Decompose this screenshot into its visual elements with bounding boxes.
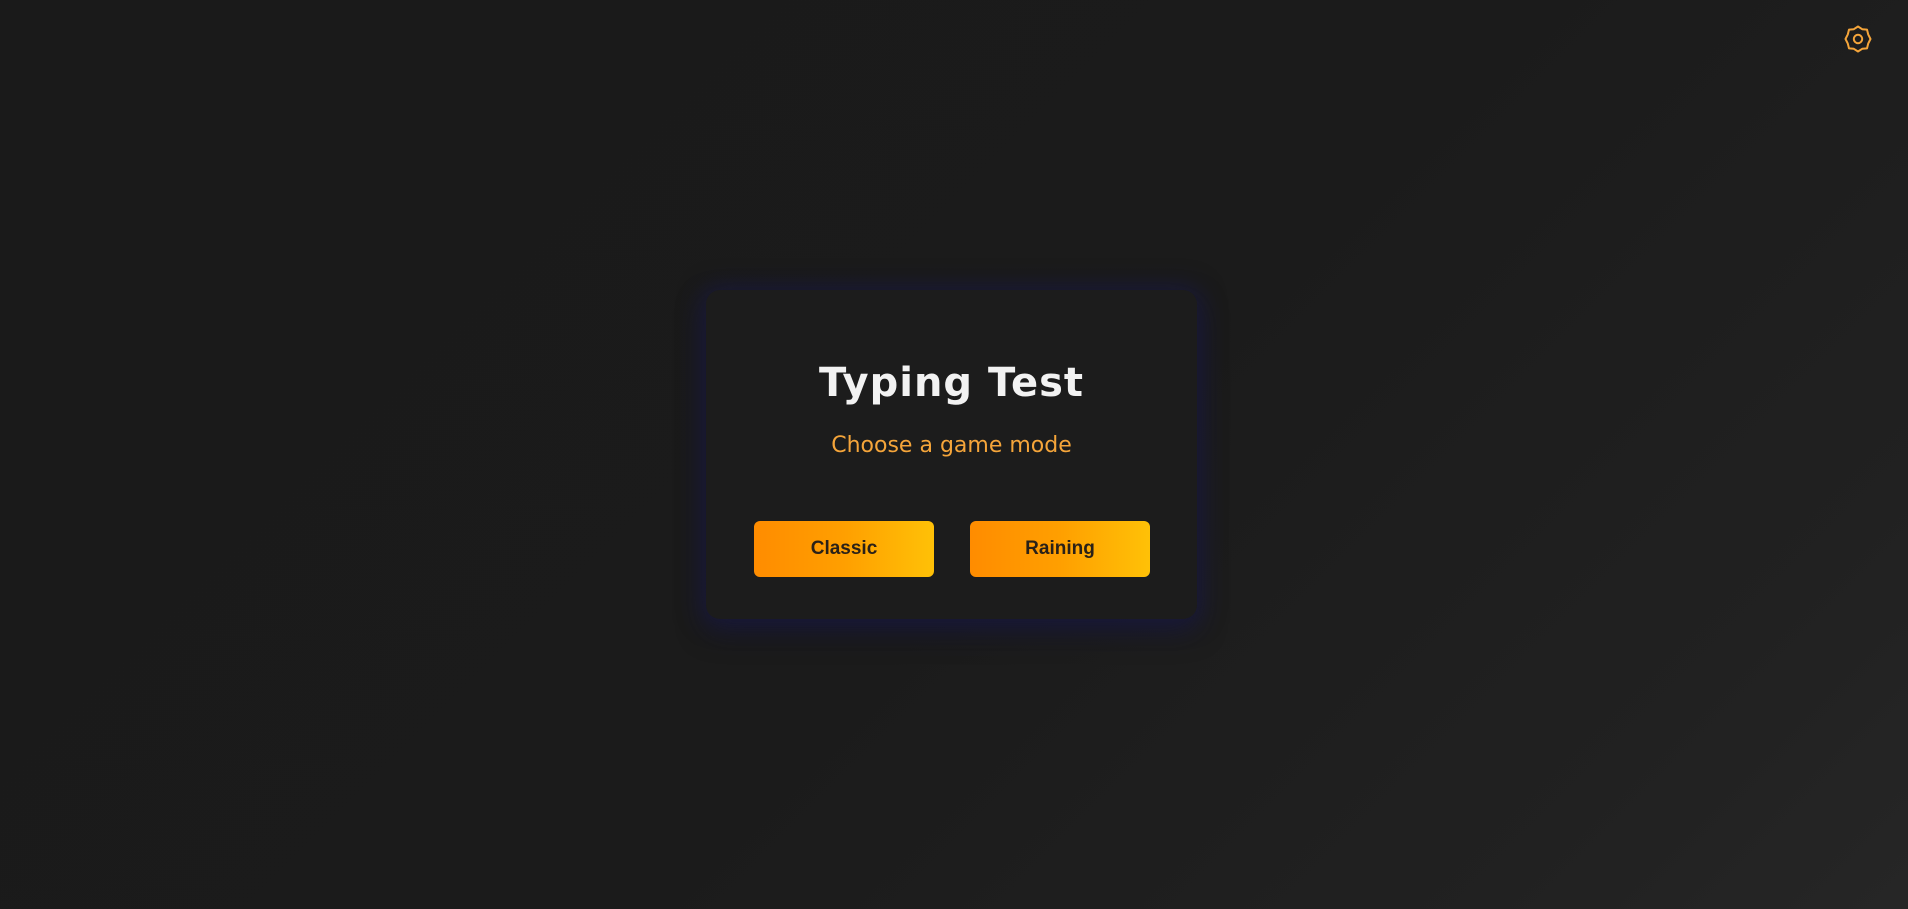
raining-mode-button[interactable]: Raining <box>970 521 1150 577</box>
settings-gear-icon <box>1844 25 1872 53</box>
classic-mode-button[interactable]: Classic <box>754 521 934 577</box>
page-title: Typing Test <box>818 360 1085 406</box>
subtitle: Choose a game mode <box>831 433 1072 458</box>
settings-button[interactable] <box>1841 22 1875 56</box>
game-mode-card: Typing Test Choose a game mode Classic R… <box>706 290 1197 619</box>
